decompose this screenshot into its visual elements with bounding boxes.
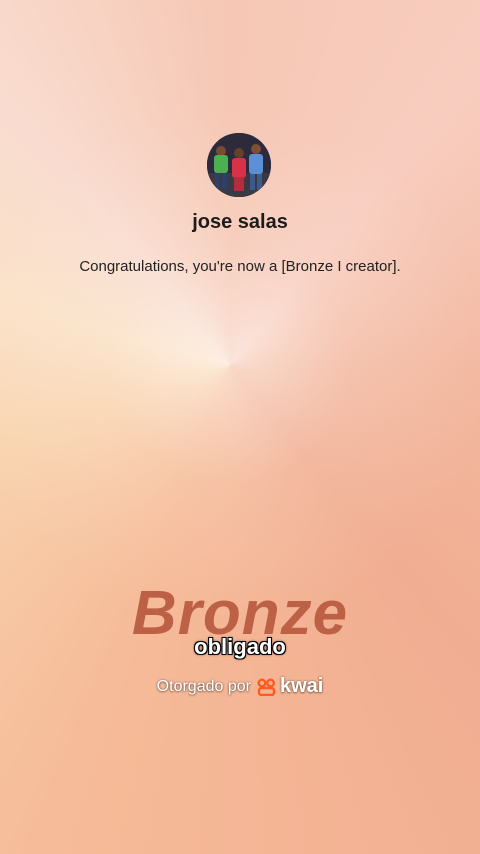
awarded-by-row: Otorgado por kwai: [0, 675, 480, 698]
avatar-photo: [207, 133, 271, 197]
kwai-logo-icon: [257, 678, 276, 696]
awarded-label: Otorgado por: [156, 677, 251, 695]
kwai-brand-name: kwai: [279, 675, 324, 697]
caption-subtitle: obligado: [194, 634, 286, 659]
avatar: [207, 133, 271, 197]
congratulations-message: Congratulations, you're now a [Bronze I …: [79, 258, 401, 275]
background-glow: [0, 0, 480, 854]
profile-name: jose salas: [192, 211, 288, 233]
kwai-brand: kwai: [257, 675, 323, 698]
